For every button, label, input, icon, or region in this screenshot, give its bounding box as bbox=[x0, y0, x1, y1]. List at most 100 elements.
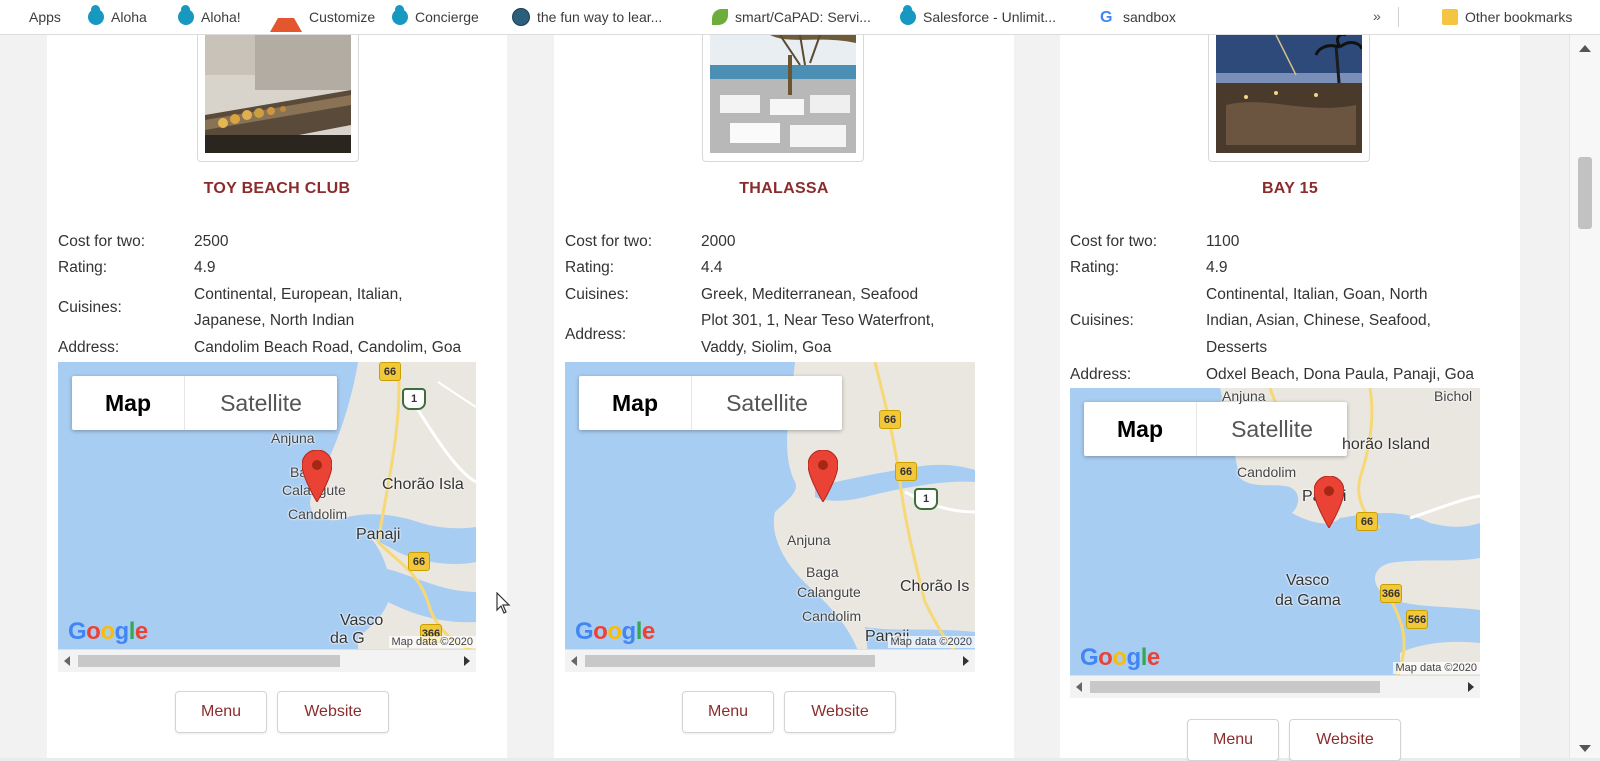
map-place-label: Candolim bbox=[1237, 464, 1297, 480]
scrollbar-thumb[interactable] bbox=[1578, 157, 1592, 229]
map-place-label: Anjuna bbox=[1222, 388, 1266, 404]
restaurant-image bbox=[1216, 35, 1362, 153]
cost-label: Cost for two: bbox=[565, 233, 652, 250]
map-view-button[interactable]: Map bbox=[579, 376, 692, 430]
scrollbar-thumb[interactable] bbox=[78, 655, 340, 667]
cost-value: 2000 bbox=[701, 233, 736, 250]
other-bookmarks[interactable]: Other bookmarks bbox=[1442, 0, 1572, 34]
scrollbar-thumb[interactable] bbox=[1090, 681, 1380, 693]
restaurant-name: BAY 15 bbox=[1261, 180, 1319, 197]
cost-value: 2500 bbox=[194, 233, 229, 250]
scroll-right-icon[interactable] bbox=[1468, 682, 1474, 692]
scrollbar-thumb[interactable] bbox=[585, 655, 875, 667]
scroll-left-icon[interactable] bbox=[1076, 682, 1082, 692]
menu-button[interactable]: Menu bbox=[682, 691, 774, 733]
highway-shield: 1 bbox=[914, 488, 938, 510]
scroll-left-icon[interactable] bbox=[571, 656, 577, 666]
map-horizontal-scrollbar[interactable] bbox=[565, 649, 975, 672]
google-logo: Google bbox=[1080, 644, 1160, 671]
google-map[interactable]: Map Satellite 66 1 Anjuna Baga Calangute… bbox=[58, 362, 476, 672]
bookmark-label: the fun way to lear... bbox=[537, 9, 663, 25]
page-vertical-scrollbar[interactable] bbox=[1569, 35, 1600, 758]
map-attribution: Map data ©2020 bbox=[388, 636, 476, 648]
map-view-button[interactable]: Map bbox=[72, 376, 185, 430]
address-label: Address: bbox=[565, 326, 627, 343]
scroll-up-icon[interactable] bbox=[1579, 45, 1591, 52]
bookmark-sandbox[interactable]: G sandbox bbox=[1100, 0, 1176, 34]
bookmark-label: smart/CaPAD: Servi... bbox=[735, 9, 871, 25]
website-button[interactable]: Website bbox=[784, 691, 896, 733]
highway-shield: 366 bbox=[1380, 584, 1402, 603]
bookmark-apps[interactable]: Apps bbox=[6, 0, 61, 34]
map-attribution: Map data ©2020 bbox=[1392, 662, 1480, 674]
bookmark-customize[interactable]: Customize bbox=[270, 0, 375, 34]
map-place-label: horão Island bbox=[1342, 436, 1431, 453]
address-label: Address: bbox=[1070, 366, 1132, 383]
map-marker-icon[interactable] bbox=[1314, 476, 1344, 528]
restaurant-photo bbox=[702, 35, 864, 162]
map-place-label: Baga bbox=[806, 564, 839, 580]
restaurant-name: THALASSA bbox=[739, 180, 829, 197]
map-marker-icon[interactable] bbox=[302, 450, 332, 502]
cost-value: 1100 bbox=[1206, 233, 1240, 250]
satellite-view-button[interactable]: Satellite bbox=[1197, 402, 1347, 456]
website-button[interactable]: Website bbox=[277, 691, 389, 733]
rating-label: Rating: bbox=[58, 259, 108, 276]
restaurant-image bbox=[710, 35, 856, 153]
map-place-label: Calangute bbox=[797, 584, 861, 600]
google-map[interactable]: Map Satellite 66 66 1 Anjuna Baga Calang… bbox=[565, 362, 975, 672]
cuisines-value-line2: Indian, Asian, Chinese, Seafood, bbox=[1206, 312, 1431, 329]
map-horizontal-scrollbar[interactable] bbox=[1070, 675, 1480, 698]
cuisines-label: Cuisines: bbox=[58, 299, 122, 316]
scroll-right-icon[interactable] bbox=[963, 656, 969, 666]
mouse-cursor-icon bbox=[496, 592, 511, 614]
bookmark-label: Aloha! bbox=[201, 9, 241, 25]
map-type-toggle: Map Satellite bbox=[579, 376, 842, 430]
address-label: Address: bbox=[58, 339, 120, 356]
apps-grid-icon bbox=[6, 9, 22, 25]
scroll-right-icon[interactable] bbox=[464, 656, 470, 666]
bookmark-aloha-2[interactable]: Aloha! bbox=[178, 0, 241, 34]
rating-label: Rating: bbox=[565, 259, 615, 276]
map-place-label: Panaji bbox=[356, 526, 401, 543]
scroll-left-icon[interactable] bbox=[64, 656, 70, 666]
menu-button[interactable]: Menu bbox=[175, 691, 267, 733]
google-map[interactable]: Map Satellite Anjuna Bichol horão Island… bbox=[1070, 388, 1480, 698]
bookmark-aloha[interactable]: Aloha bbox=[88, 0, 147, 34]
map-place-label: da G bbox=[330, 630, 365, 647]
bookmark-concierge[interactable]: Concierge bbox=[392, 0, 479, 34]
map-place-label: Candolim bbox=[288, 506, 348, 522]
highway-shield: 66 bbox=[379, 362, 401, 381]
map-view-button[interactable]: Map bbox=[1084, 402, 1197, 456]
menu-button[interactable]: Menu bbox=[1187, 719, 1279, 761]
map-place-label: Candolim bbox=[802, 608, 862, 624]
bookmarks-overflow-button[interactable]: » bbox=[1373, 8, 1381, 24]
bookmark-label: Apps bbox=[29, 9, 61, 25]
cuisines-value-line1: Continental, European, Italian, bbox=[194, 286, 403, 303]
bookmarks-bar: Apps Aloha Aloha! Customize Concierge th… bbox=[0, 0, 1600, 35]
cuisines-value-line1: Greek, Mediterranean, Seafood bbox=[701, 286, 919, 303]
highway-shield: 66 bbox=[895, 462, 917, 481]
bookmark-label: sandbox bbox=[1123, 9, 1176, 25]
bookmark-capad[interactable]: smart/CaPAD: Servi... bbox=[712, 0, 871, 34]
map-type-toggle: Map Satellite bbox=[1084, 402, 1347, 456]
map-place-label: Chorão Is bbox=[900, 578, 970, 595]
satellite-view-button[interactable]: Satellite bbox=[692, 376, 842, 430]
website-button[interactable]: Website bbox=[1289, 719, 1401, 761]
bookmark-trailhead[interactable]: the fun way to lear... bbox=[512, 0, 662, 34]
google-logo: Google bbox=[68, 618, 148, 645]
bookmark-salesforce[interactable]: Salesforce - Unlimit... bbox=[900, 0, 1056, 34]
salesforce-cloud-icon bbox=[900, 5, 916, 25]
satellite-view-button[interactable]: Satellite bbox=[185, 376, 337, 430]
map-marker-icon[interactable] bbox=[808, 450, 838, 502]
bookmark-label: Other bookmarks bbox=[1465, 9, 1573, 25]
folder-icon bbox=[1442, 9, 1458, 25]
map-place-label: Anjuna bbox=[271, 430, 315, 446]
map-place-label: da Gama bbox=[1275, 592, 1341, 609]
cuisines-value-line2: Japanese, North Indian bbox=[194, 312, 355, 329]
address-value: Odxel Beach, Dona Paula, Panaji, Goa bbox=[1206, 366, 1474, 383]
map-horizontal-scrollbar[interactable] bbox=[58, 649, 476, 672]
restaurant-name: TOY BEACH CLUB bbox=[203, 180, 351, 197]
scroll-down-icon[interactable] bbox=[1579, 745, 1591, 752]
map-place-label: Bichol bbox=[1434, 388, 1473, 404]
